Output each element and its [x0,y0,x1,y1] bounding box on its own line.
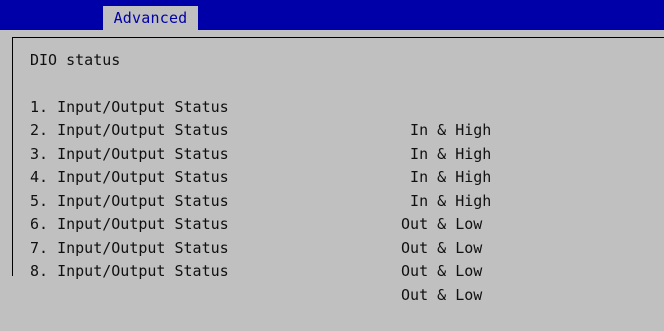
section-title: DIO status [30,51,121,69]
status-row-5[interactable]: 5. Input/Output Status Out & Low [30,166,630,234]
tab-advanced[interactable]: Advanced [103,6,198,30]
status-label: 8. Input/Output Status [30,262,229,280]
status-row-4[interactable]: 4. Input/Output Status In & High [30,143,630,210]
status-row-2[interactable]: 2. Input/Output Status In & High [30,96,630,163]
status-row-1[interactable]: 1. Input/Output Status In & High [30,72,630,140]
status-row-7[interactable]: 7. Input/Output Status Out & Low [30,213,630,281]
status-value: Out & Low [392,262,483,280]
status-row-3[interactable]: 3. Input/Output Status In & High [30,119,630,187]
status-row-6[interactable]: 6. Input/Output Status Out & Low [30,190,630,257]
status-value: Out & Low [392,285,483,304]
menu-bar: Advanced [0,0,664,30]
status-row-8[interactable]: 8. Input/Output Status Out & Low [30,237,630,304]
dio-status-section: DIO status 1. Input/Output Status In & H… [30,48,630,304]
